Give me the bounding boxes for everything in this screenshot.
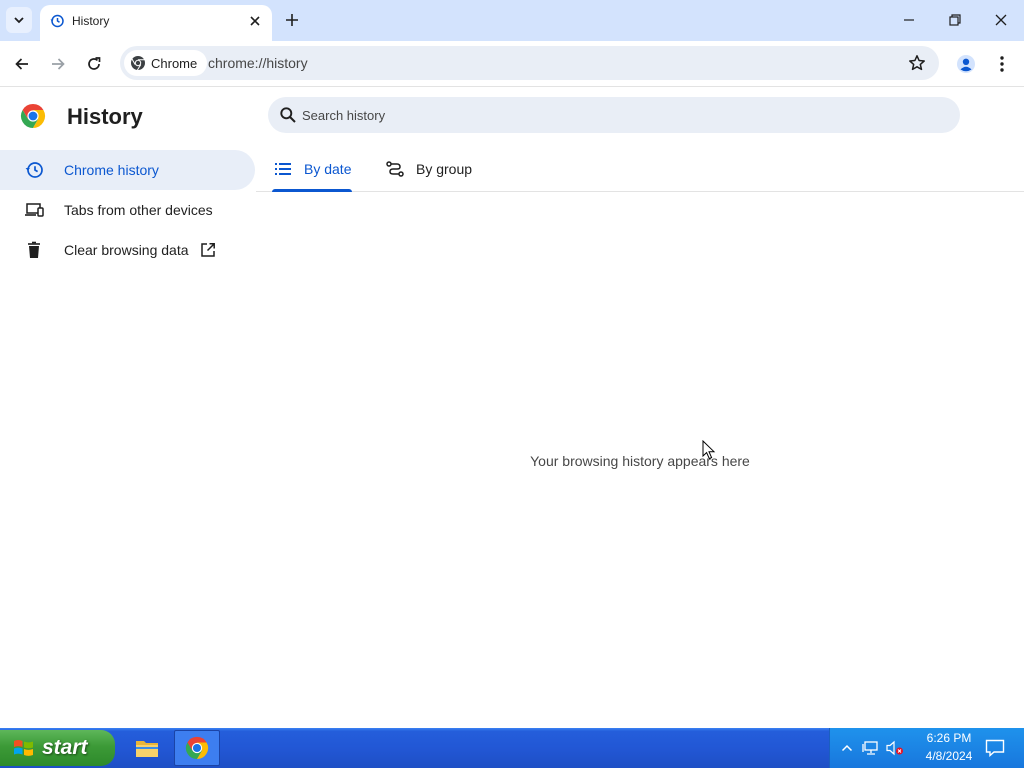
close-icon [995,14,1007,26]
sidebar-item-label: Tabs from other devices [64,202,213,218]
network-icon [862,741,878,755]
tab-close-button[interactable] [246,12,264,30]
tab-by-group[interactable]: By group [386,147,472,191]
sidebar-item-label: Chrome history [64,162,159,178]
taskbar-app-chrome[interactable] [174,730,220,766]
empty-history-message: Your browsing history appears here [530,453,750,469]
folder-icon [136,741,158,757]
url-text[interactable]: chrome://history [208,55,308,71]
history-icon [50,14,64,28]
restore-button[interactable] [932,0,978,40]
minimize-icon [904,19,914,21]
sidebar: Chrome history Tabs from other devices C… [0,150,256,270]
selected-tab-indicator [272,189,352,192]
site-info-chip[interactable]: Chrome [124,50,208,76]
site-chip-label: Chrome [151,55,198,71]
page-title: History [67,104,143,129]
sidebar-item-chrome-history[interactable]: Chrome history [0,150,255,190]
chrome-menu-button[interactable] [988,50,1016,78]
volume-tray-button[interactable] [886,739,904,757]
browser-toolbar: Chrome chrome://history [0,41,1024,87]
tab-label: By date [304,161,352,177]
start-button[interactable]: start [0,730,115,766]
list-icon [274,160,292,178]
restore-icon [949,14,961,26]
back-button[interactable] [8,50,36,78]
sidebar-item-tabs-from-other-devices[interactable]: Tabs from other devices [0,190,255,230]
profile-button[interactable] [952,50,980,78]
address-bar[interactable]: Chrome chrome://history [120,46,939,80]
sidebar-item-clear-browsing-data[interactable]: Clear browsing data [0,230,255,270]
tab-label: By group [416,161,473,177]
chevron-up-icon [841,744,853,752]
notifications-button[interactable] [983,736,1007,760]
tab-search-button[interactable] [6,7,32,33]
sidebar-item-label: Clear browsing data [64,242,189,258]
clock-date[interactable]: 4/8/2024 [914,749,984,763]
view-tabs: By date By group [256,147,1024,192]
person-icon [957,55,975,73]
tab-strip: History [0,0,1024,41]
chrome-icon [185,736,209,760]
taskbar: start 6:26 PM 4/8/2024 [0,728,1024,768]
search-history-input[interactable] [302,97,942,133]
plus-icon [286,14,298,26]
open-in-new-icon [199,241,217,259]
chrome-icon [131,56,145,71]
close-icon [250,16,260,26]
reload-icon [88,57,101,70]
clock-time[interactable]: 6:26 PM [918,731,980,745]
browser-tab-history[interactable]: History [40,5,272,41]
star-icon [909,55,925,71]
reload-button[interactable] [80,50,108,78]
forward-arrow-icon [52,58,65,70]
devices-icon [24,200,44,220]
kebab-menu-icon [1000,56,1004,72]
minimize-button[interactable] [886,0,932,40]
tab-by-date[interactable]: By date [274,147,351,191]
notification-icon [985,739,1005,757]
journeys-icon [386,160,404,178]
network-tray-button[interactable] [862,739,880,757]
bookmark-button[interactable] [907,53,927,73]
back-arrow-icon [15,58,28,70]
show-hidden-icons-button[interactable] [838,739,856,757]
new-tab-button[interactable] [280,8,304,32]
close-window-button[interactable] [978,0,1024,40]
search-icon [280,107,296,123]
windows-flag-icon [14,740,33,756]
volume-muted-icon [886,740,903,756]
trash-icon [24,240,44,260]
chevron-down-icon [14,17,24,24]
system-tray: 6:26 PM 4/8/2024 [829,728,1024,768]
tab-title: History [72,14,110,28]
chrome-logo-icon [20,104,46,128]
history-icon [24,160,44,180]
history-page: History Chrome history Tabs from other d… [0,87,1024,728]
forward-button[interactable] [44,50,72,78]
start-label: start [42,736,88,759]
search-history-box[interactable] [268,97,960,133]
mouse-cursor-icon [702,440,716,460]
taskbar-app-file-explorer[interactable] [124,730,170,766]
